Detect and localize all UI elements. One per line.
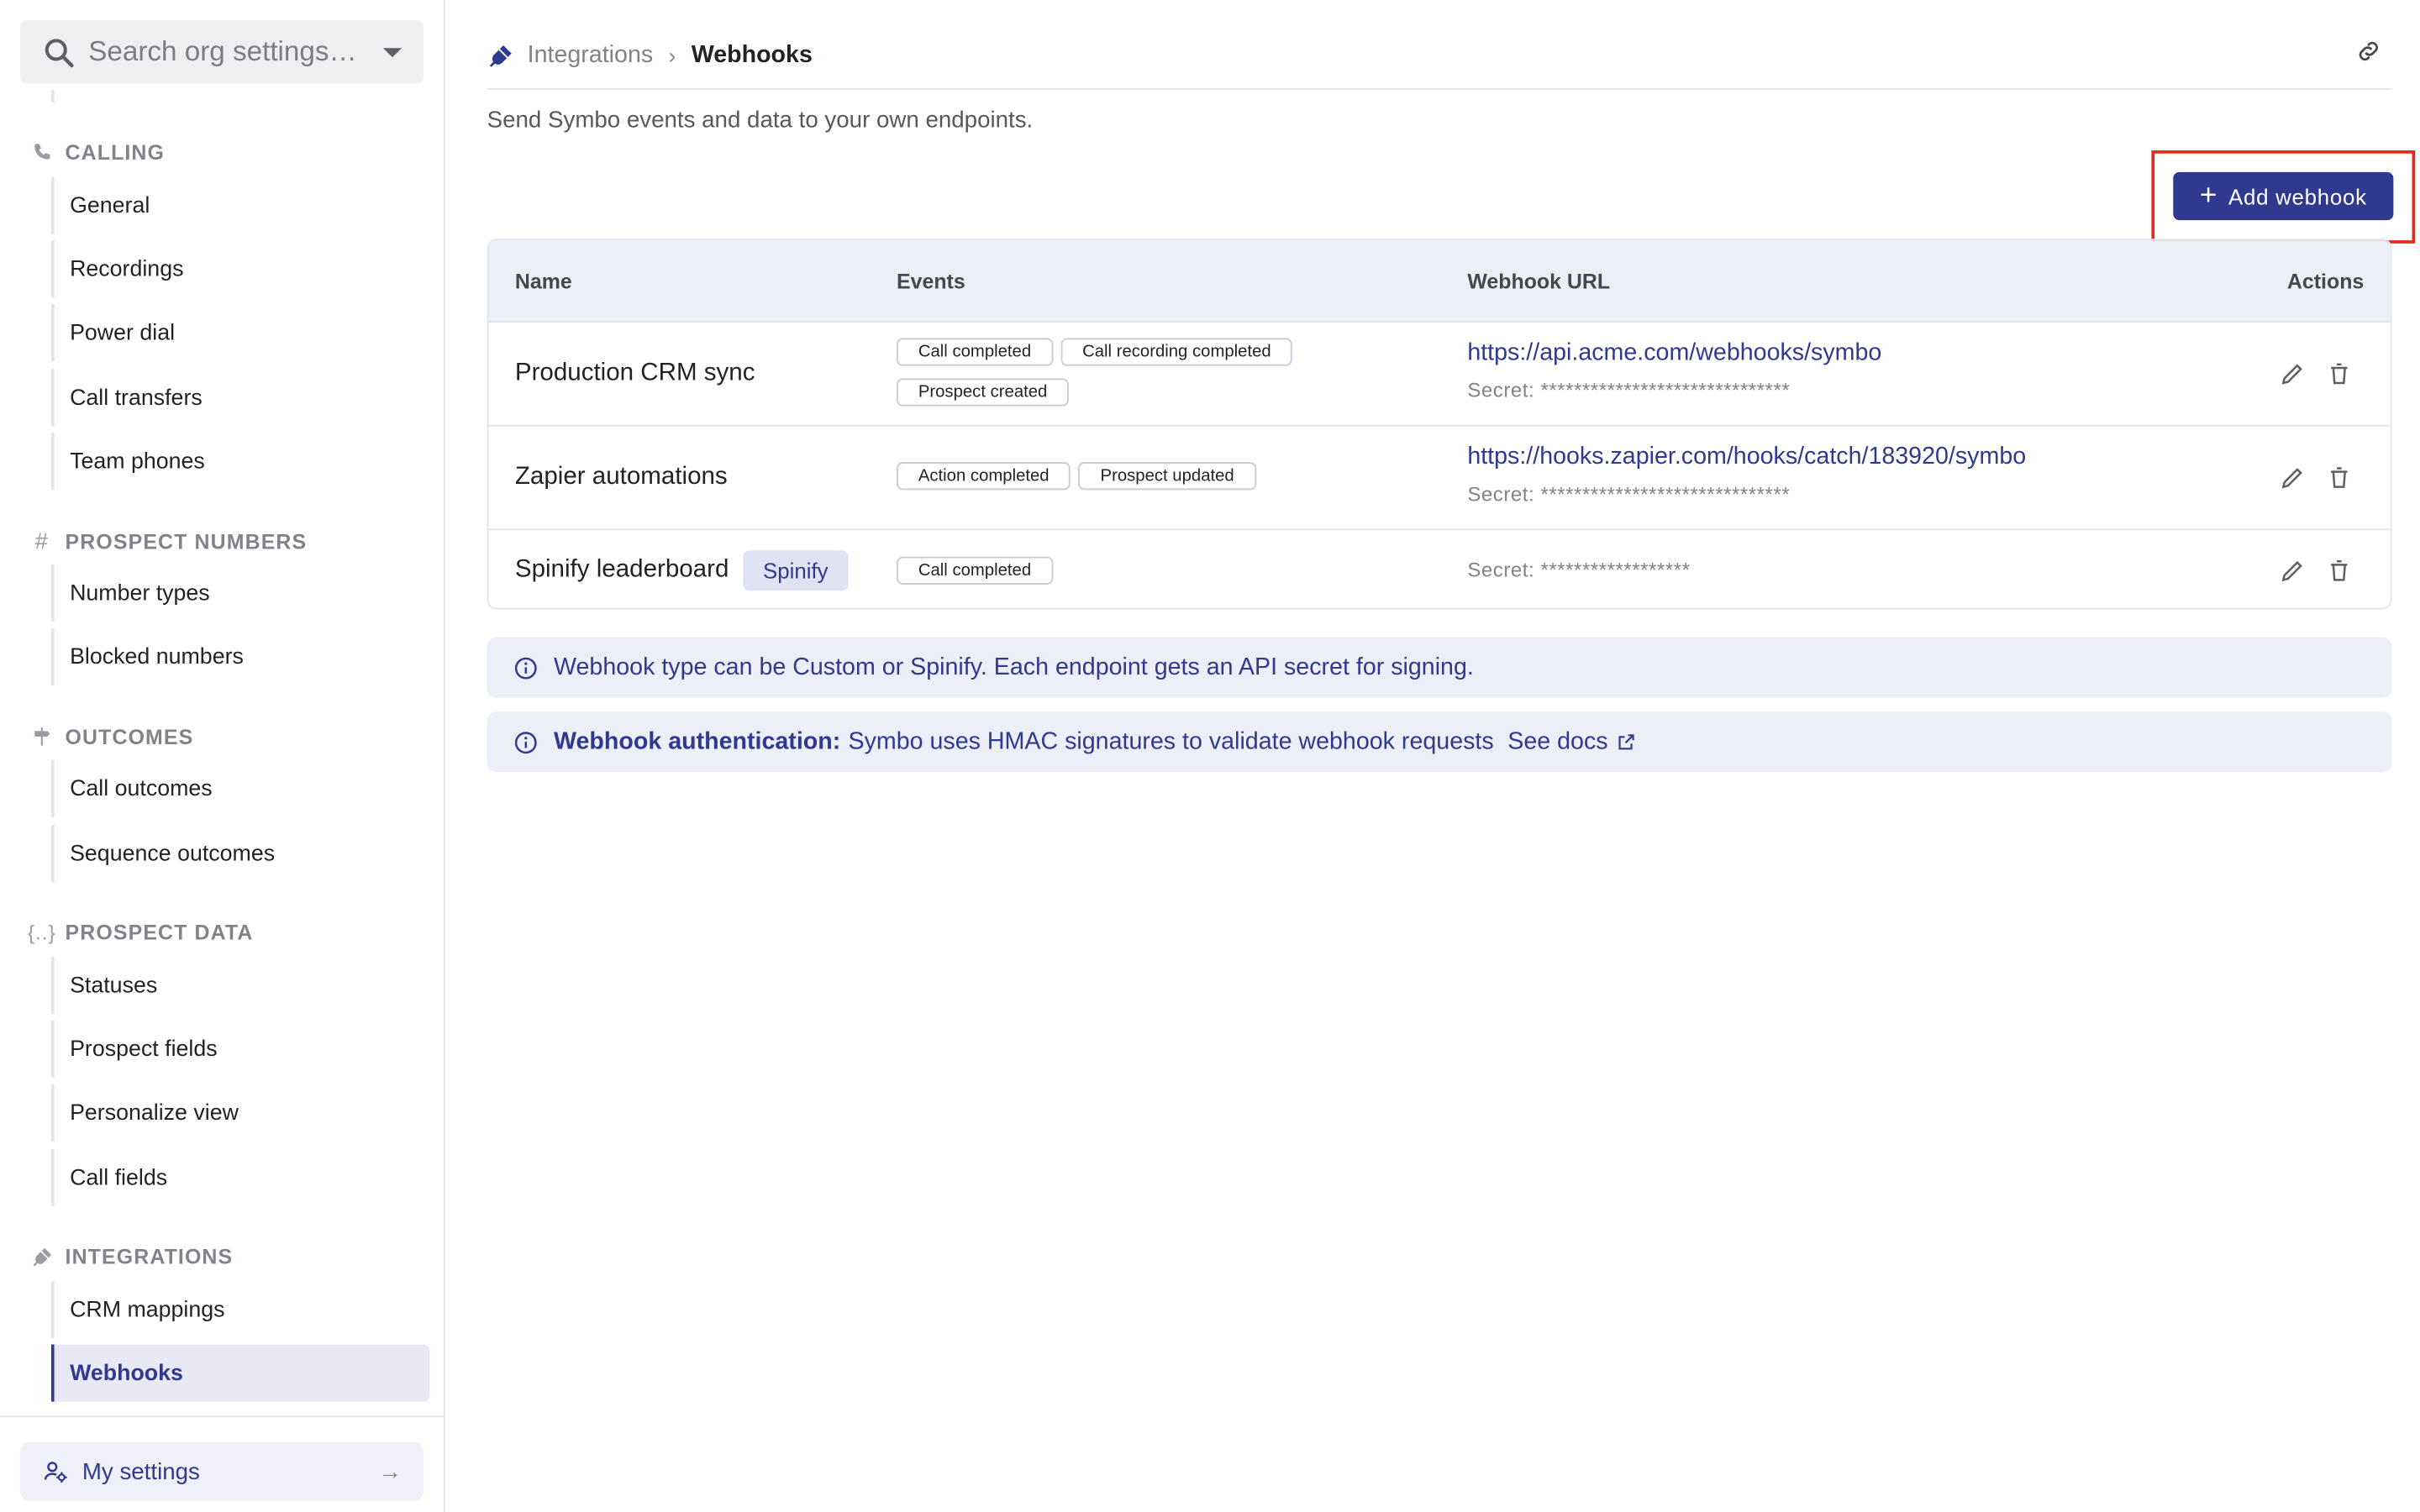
search-icon	[45, 38, 74, 67]
arrow-right-icon: →	[378, 1458, 402, 1485]
phone-icon	[28, 139, 55, 165]
page-description: Send Symbo events and data to your own e…	[487, 107, 1034, 134]
trash-icon[interactable]	[2325, 464, 2353, 491]
sidebar-item-call-fields[interactable]: Call fields	[50, 1148, 429, 1207]
sidebar-item-sequence-outcomes[interactable]: Sequence outcomes	[50, 825, 429, 883]
trash-icon[interactable]	[2325, 360, 2353, 387]
webhook-type-badge: Spinify	[743, 550, 849, 591]
table-row[interactable]: Production CRM sync Call completed Call …	[488, 323, 2391, 427]
event-chip: Prospect updated	[1078, 462, 1256, 491]
section-calling: CALLING	[28, 139, 165, 165]
chevron-right-icon: ›	[668, 42, 676, 68]
auth-banner-title: Webhook authentication:	[554, 727, 841, 755]
webhook-secret: Secret: ******************************	[1467, 378, 1791, 402]
sidebar-item-prospect-fields[interactable]: Prospect fields	[50, 1020, 429, 1078]
row-actions	[2279, 557, 2354, 585]
webhook-name: Production CRM sync	[514, 360, 755, 386]
breadcrumb-integrations[interactable]: Integrations	[528, 41, 654, 69]
info-banner-text: Webhook type can be Custom or Spinify. E…	[554, 654, 1474, 680]
sidebar-item-crm-mappings[interactable]: CRM mappings	[50, 1280, 429, 1339]
edit-icon[interactable]	[2279, 557, 2307, 585]
event-chip: Call recording completed	[1060, 338, 1293, 366]
webhook-name-cell: Spinify leaderboard Spinify	[515, 550, 849, 591]
sidebar-item-personalize-view[interactable]: Personalize view	[50, 1084, 429, 1142]
table-row[interactable]: Spinify leaderboard Spinify Call complet…	[488, 530, 2390, 607]
link-icon[interactable]	[2354, 37, 2382, 65]
user-settings-icon	[44, 1462, 67, 1483]
sidebar-item-power-dial[interactable]: Power dial	[50, 303, 429, 362]
column-webhook-url: Webhook URL	[1467, 270, 1611, 293]
signpost-icon	[28, 724, 55, 749]
auth-banner-text: Symbo uses HMAC signatures to validate w…	[848, 727, 1494, 755]
event-chip: Action completed	[896, 462, 1071, 491]
plug-icon	[489, 45, 512, 66]
edit-icon[interactable]	[2279, 360, 2307, 387]
search-input[interactable]: Search org settings…	[88, 35, 374, 68]
webhook-secret: Secret: ******************	[1467, 558, 1691, 582]
add-webhook-button[interactable]: + Add webhook	[2173, 171, 2394, 221]
table-header: Name Events Webhook URL Actions	[488, 240, 2391, 323]
sidebar-item-webhooks[interactable]: Webhooks	[50, 1344, 430, 1402]
search-box[interactable]: Search org settings…	[19, 19, 424, 84]
webhooks-table: Name Events Webhook URL Actions Producti…	[487, 239, 2392, 610]
sidebar-footer: My settings →	[0, 1415, 444, 1511]
sidebar-item-call-transfers[interactable]: Call transfers	[50, 369, 429, 427]
info-icon	[514, 656, 537, 679]
events-list: Action completed Prospect updated	[896, 462, 1315, 491]
external-link-icon	[1618, 734, 1634, 750]
section-prospect-data: {..} PROSPECT DATA	[27, 920, 254, 944]
events-list: Call completed	[896, 556, 1315, 585]
table-row[interactable]: Zapier automations Action completed Pros…	[488, 427, 2391, 531]
event-chip: Call completed	[896, 556, 1054, 585]
see-docs-link[interactable]: See docs	[1507, 728, 1636, 756]
braces-icon: {..}	[27, 920, 56, 944]
page-title: Webhooks	[691, 40, 813, 68]
info-banner: Webhook type can be Custom or Spinify. E…	[487, 637, 2392, 698]
highlight-box: + Add webhook	[2151, 150, 2416, 244]
webhook-url[interactable]: https://api.acme.com/webhooks/symbo	[1467, 339, 1881, 367]
sidebar-item-number-types[interactable]: Number types	[50, 564, 429, 622]
section-outcomes: OUTCOMES	[28, 724, 193, 749]
trash-icon[interactable]	[2325, 557, 2353, 585]
event-chip: Prospect created	[896, 378, 1070, 407]
my-settings-label: My settings	[82, 1458, 200, 1485]
events-list: Call completed Call recording completed …	[896, 338, 1315, 407]
webhook-secret: Secret: ******************************	[1467, 482, 1791, 506]
chevron-down-icon[interactable]	[382, 47, 402, 57]
sidebar: Search org settings… CALLING General Rec…	[0, 0, 445, 1512]
webhook-name: Zapier automations	[514, 463, 728, 491]
plug-icon	[28, 1243, 55, 1268]
sidebar-item-general[interactable]: General	[50, 176, 429, 234]
my-settings-button[interactable]: My settings →	[19, 1441, 424, 1501]
row-actions	[2279, 464, 2354, 491]
breadcrumb: Integrations › Webhooks	[487, 22, 2392, 91]
sidebar-item-team-phones[interactable]: Team phones	[50, 433, 429, 491]
info-icon	[514, 731, 537, 753]
sidebar-item-blocked-numbers[interactable]: Blocked numbers	[50, 627, 429, 685]
sidebar-item-call-outcomes[interactable]: Call outcomes	[50, 759, 429, 817]
event-chip: Call completed	[896, 338, 1054, 366]
hash-icon: #	[34, 528, 50, 554]
webhook-name: Spinify leaderboard	[514, 556, 729, 584]
sidebar-item-statuses[interactable]: Statuses	[50, 956, 429, 1015]
edit-icon[interactable]	[2279, 464, 2307, 491]
row-actions	[2279, 360, 2354, 387]
column-name: Name	[514, 270, 572, 293]
section-integrations: INTEGRATIONS	[28, 1243, 233, 1268]
webhook-url[interactable]: https://hooks.zapier.com/hooks/catch/183…	[1467, 444, 2026, 471]
auth-banner: Webhook authentication: Symbo uses HMAC …	[487, 711, 2392, 773]
column-actions: Actions	[2286, 270, 2365, 293]
nav-guide-line	[50, 90, 55, 102]
sidebar-item-recordings[interactable]: Recordings	[50, 240, 429, 298]
section-prospect-numbers: # PROSPECT NUMBERS	[28, 528, 307, 554]
plus-icon: +	[2199, 180, 2218, 213]
column-events: Events	[896, 270, 965, 293]
